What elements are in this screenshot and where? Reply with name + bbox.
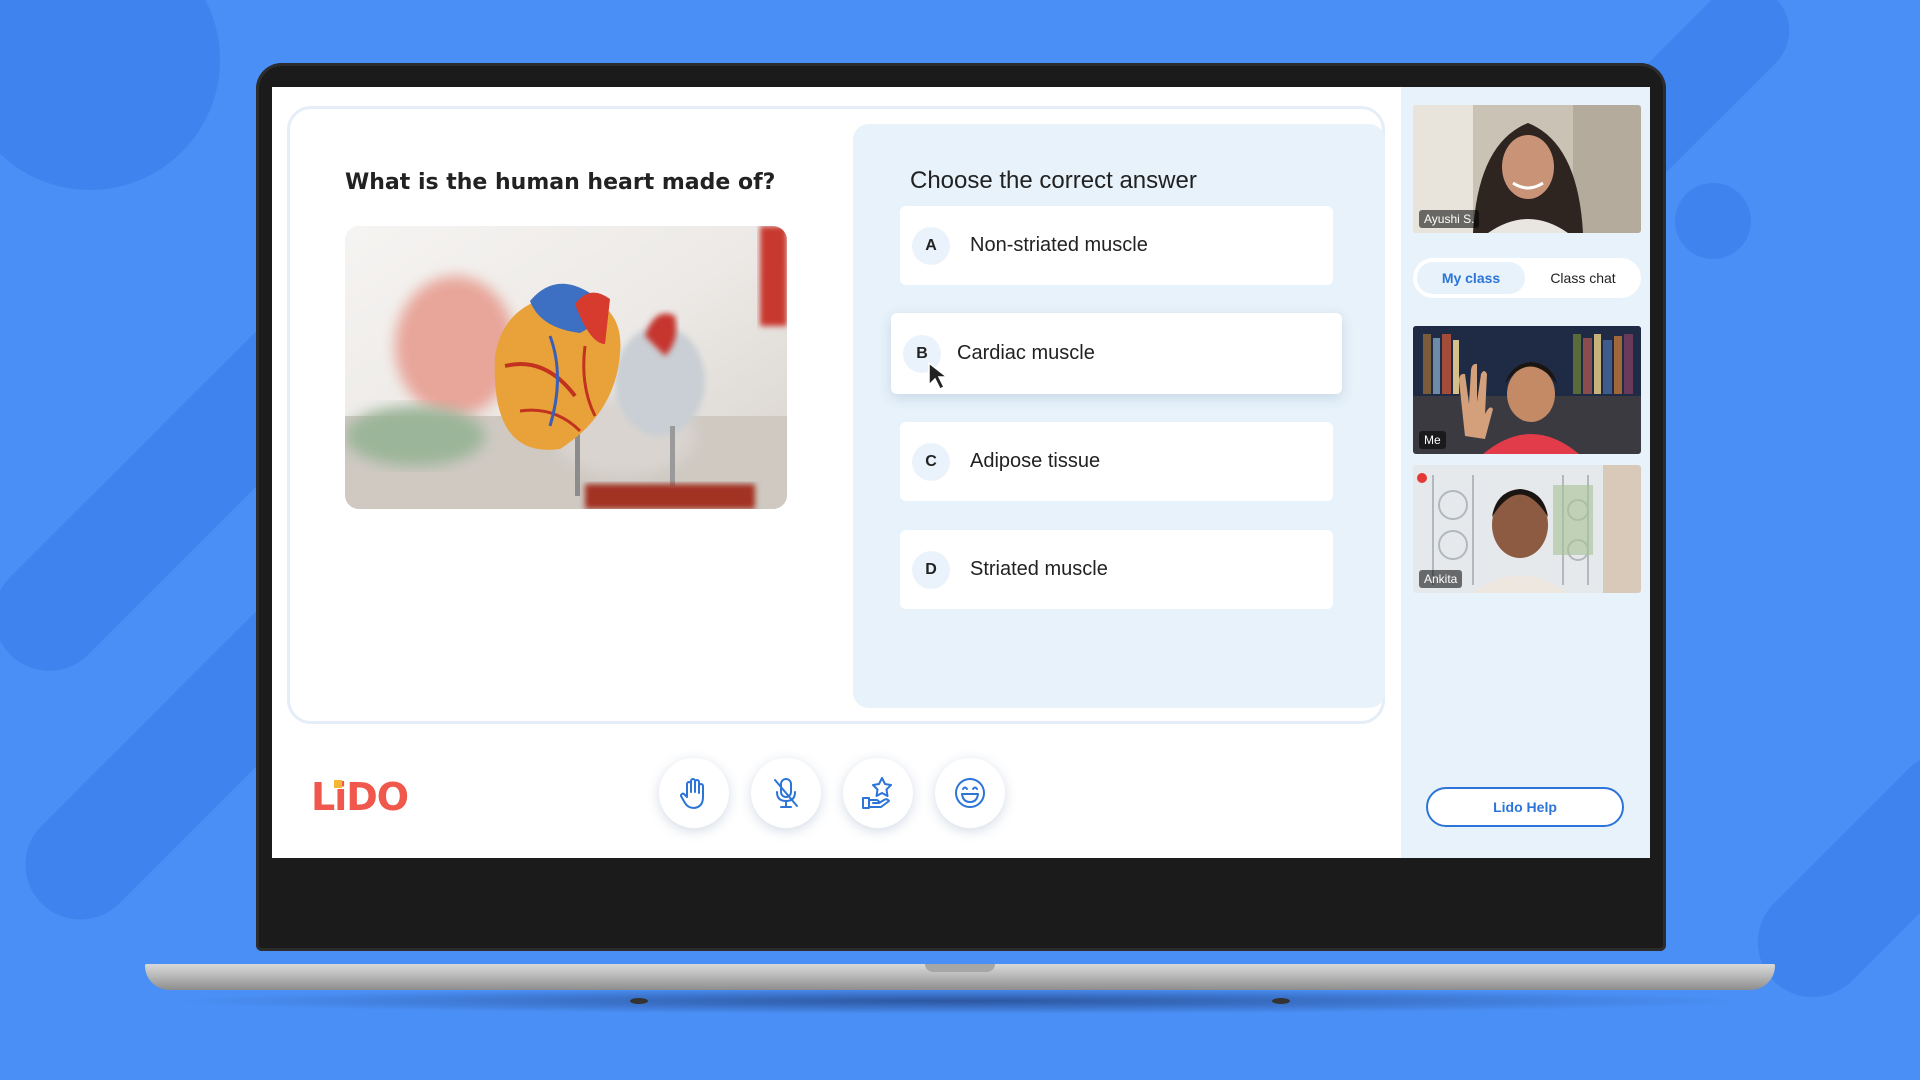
- answer-option-b[interactable]: B Cardiac muscle: [891, 313, 1342, 394]
- svg-text:LiDO: LiDO: [311, 776, 408, 816]
- laptop-foot: [1272, 998, 1290, 1004]
- answer-option-a[interactable]: A Non-striated muscle: [900, 206, 1333, 285]
- recording-indicator: [1417, 473, 1427, 483]
- option-text: Striated muscle: [970, 558, 1108, 580]
- participant-video-ankita[interactable]: Ankita: [1413, 465, 1641, 593]
- answers-panel: Choose the correct answer A Non-striated…: [853, 124, 1385, 708]
- option-letter-badge: C: [912, 442, 950, 481]
- reward-star-icon: [862, 777, 892, 809]
- heart-model-illustration: [345, 226, 787, 509]
- raise-hand-button[interactable]: [659, 758, 729, 828]
- option-letter-badge: A: [912, 226, 950, 265]
- mouse-cursor-icon: [928, 361, 950, 391]
- microphone-muted-icon: [774, 778, 798, 808]
- answers-title: Choose the correct answer: [910, 167, 1197, 194]
- raise-hand-icon: [680, 778, 704, 809]
- tab-class-chat[interactable]: Class chat: [1529, 262, 1637, 294]
- my-video[interactable]: Me: [1413, 326, 1641, 454]
- heart-model-image: [345, 226, 787, 509]
- option-text: Adipose tissue: [970, 450, 1101, 472]
- emoji-reaction-button[interactable]: [935, 758, 1005, 828]
- emoji-icon: [955, 778, 985, 808]
- participants-sidebar: Ayushi S. My class Class chat Me Ankita …: [1401, 87, 1650, 858]
- tab-my-class[interactable]: My class: [1417, 262, 1525, 294]
- reward-button[interactable]: [843, 758, 913, 828]
- laptop-foot: [630, 998, 648, 1004]
- participant-name-tag: Ayushi S.: [1419, 210, 1480, 228]
- laptop-notch: [925, 964, 995, 972]
- option-text: Cardiac muscle: [957, 342, 1095, 364]
- app-screen: What is the human heart made of? Choose …: [272, 87, 1650, 858]
- question-card: What is the human heart made of? Choose …: [287, 106, 1385, 724]
- option-text: Non-striated muscle: [970, 234, 1148, 256]
- lido-help-button[interactable]: Lido Help: [1426, 787, 1624, 827]
- sidebar-tabs: My class Class chat: [1413, 258, 1641, 298]
- background-circle: [1675, 183, 1751, 259]
- question-text: What is the human heart made of?: [345, 170, 776, 195]
- lido-logo-mark: LiDO: [311, 775, 409, 819]
- participant-name-tag: Ankita: [1419, 570, 1463, 588]
- answer-option-d[interactable]: D Striated muscle: [900, 530, 1333, 609]
- teacher-video[interactable]: Ayushi S.: [1413, 105, 1641, 233]
- option-letter-badge: D: [912, 550, 950, 589]
- lido-logo: LiDO: [311, 775, 411, 821]
- participant-name-tag: Me: [1419, 431, 1446, 449]
- background-circle: [0, 0, 220, 190]
- my-video-frame: [1413, 326, 1641, 454]
- mute-microphone-button[interactable]: [751, 758, 821, 828]
- laptop-shadow: [170, 988, 1750, 1014]
- answer-option-c[interactable]: C Adipose tissue: [900, 422, 1333, 501]
